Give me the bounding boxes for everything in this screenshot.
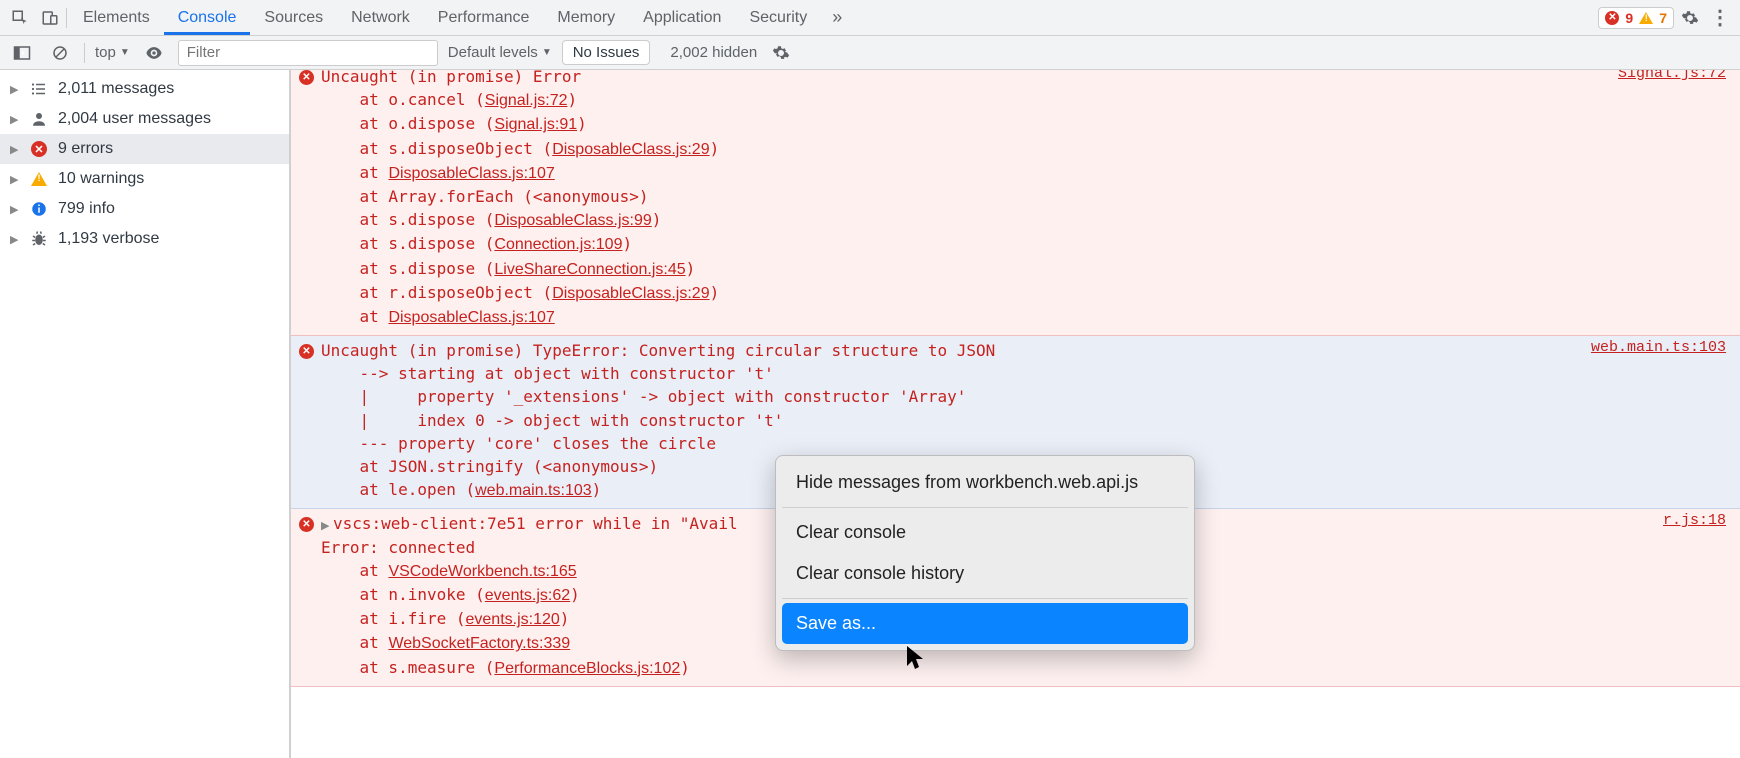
source-link[interactable]: DisposableClass.js:107 <box>388 309 554 326</box>
list-icon <box>30 80 48 98</box>
chevron-right-icon: ▶ <box>10 203 20 216</box>
source-link[interactable]: Connection.js:109 <box>494 236 622 253</box>
source-link[interactable]: r.js:18 <box>1663 512 1726 529</box>
clear-console-icon[interactable] <box>46 39 74 67</box>
tab-sources[interactable]: Sources <box>250 1 337 35</box>
menu-item[interactable]: Hide messages from workbench.web.api.js <box>782 462 1188 503</box>
tab-console[interactable]: Console <box>164 1 251 35</box>
sidebar-item-info[interactable]: ▶ 799 info <box>0 194 289 224</box>
source-link[interactable]: LiveShareConnection.js:45 <box>494 261 685 278</box>
error-icon: ✕ <box>299 341 314 359</box>
context-menu: Hide messages from workbench.web.api.js C… <box>775 455 1195 651</box>
console-main: ▶ 2,011 messages ▶ 2,004 user messages ▶ ✕ 9 e… <box>0 70 1740 758</box>
chevron-right-icon: ▶ <box>10 83 20 96</box>
status-badge[interactable]: ✕ 9 7 <box>1598 7 1674 29</box>
filter-input-wrap <box>178 40 438 66</box>
more-tabs-icon[interactable]: » <box>823 4 851 32</box>
tab-memory[interactable]: Memory <box>543 1 629 35</box>
menu-item[interactable]: Save as... <box>782 603 1188 644</box>
source-link[interactable]: DisposableClass.js:99 <box>494 212 651 229</box>
warning-count: 7 <box>1659 10 1667 26</box>
info-icon <box>30 200 48 218</box>
source-link[interactable]: DisposableClass.js:107 <box>388 165 554 182</box>
chevron-down-icon: ▼ <box>542 47 552 58</box>
source-link[interactable]: Signal.js:72 <box>1618 70 1726 82</box>
tab-security[interactable]: Security <box>735 1 821 35</box>
separator <box>84 43 85 63</box>
error-icon: ✕ <box>299 70 314 85</box>
sidebar-item-label: 2,004 user messages <box>58 110 211 128</box>
error-icon: ✕ <box>1605 11 1619 25</box>
chevron-right-icon: ▶ <box>10 113 20 126</box>
sidebar-item-list[interactable]: ▶ 2,011 messages <box>0 74 289 104</box>
sidebar-item-label: 799 info <box>58 200 115 218</box>
levels-label: Default levels <box>448 44 538 61</box>
chevron-down-icon: ▼ <box>120 47 130 58</box>
source-link[interactable]: WebSocketFactory.ts:339 <box>388 635 570 652</box>
gear-icon[interactable] <box>1676 4 1704 32</box>
sidebar-item-user[interactable]: ▶ 2,004 user messages <box>0 104 289 134</box>
levels-select[interactable]: Default levels ▼ <box>448 44 552 61</box>
sidebar-item-label: 1,193 verbose <box>58 230 159 248</box>
menu-item[interactable]: Clear console <box>782 512 1188 553</box>
user-icon <box>30 110 48 128</box>
err-icon: ✕ <box>30 140 48 158</box>
filter-input[interactable] <box>178 40 438 66</box>
menu-item[interactable]: Clear console history <box>782 553 1188 594</box>
console-settings-icon[interactable] <box>767 39 795 67</box>
no-issues-button[interactable]: No Issues <box>562 40 651 65</box>
warning-icon <box>1639 12 1653 24</box>
chevron-right-icon: ▶ <box>10 233 20 246</box>
console-toolbar: top ▼ Default levels ▼ No Issues 2,002 h… <box>0 36 1740 70</box>
source-link[interactable]: Signal.js:91 <box>494 116 577 133</box>
inspect-icon[interactable] <box>6 4 34 32</box>
chevron-right-icon: ▶ <box>10 173 20 186</box>
log-entry[interactable]: ✕ Signal.js:72Uncaught (in promise) Error… <box>291 70 1740 336</box>
log-text: Uncaught (in promise) Error at o.cancel … <box>299 70 1726 329</box>
error-icon: ✕ <box>299 514 314 532</box>
separator <box>782 507 1188 508</box>
error-count: 9 <box>1625 10 1633 26</box>
source-link[interactable]: DisposableClass.js:29 <box>552 285 709 302</box>
source-link[interactable]: events.js:120 <box>466 611 560 628</box>
source-link[interactable]: Signal.js:72 <box>485 92 568 109</box>
sidebar-item-label: 2,011 messages <box>58 80 174 98</box>
separator <box>66 8 67 28</box>
tab-network[interactable]: Network <box>337 1 424 35</box>
chevron-right-icon[interactable]: ▶ <box>321 519 331 535</box>
sidebar-item-bug[interactable]: ▶ 1,193 verbose <box>0 224 289 254</box>
device-toggle-icon[interactable] <box>36 4 64 32</box>
sidebar-item-err[interactable]: ▶ ✕ 9 errors <box>0 134 289 164</box>
source-link[interactable]: PerformanceBlocks.js:102 <box>494 660 680 677</box>
context-select[interactable]: top ▼ <box>95 44 130 61</box>
devtools-tabs: ElementsConsoleSourcesNetworkPerformance… <box>0 0 1740 36</box>
hidden-count[interactable]: 2,002 hidden <box>670 44 757 61</box>
sidebar-item-label: 10 warnings <box>58 170 144 188</box>
live-expression-icon[interactable] <box>140 39 168 67</box>
tab-application[interactable]: Application <box>629 1 735 35</box>
warn-icon <box>30 170 48 188</box>
source-link[interactable]: VSCodeWorkbench.ts:165 <box>388 563 576 580</box>
sidebar-toggle-icon[interactable] <box>8 39 36 67</box>
kebab-icon[interactable]: ⋮ <box>1706 4 1734 32</box>
source-link[interactable]: web.main.ts:103 <box>1591 339 1726 356</box>
sidebar-item-warn[interactable]: ▶ 10 warnings <box>0 164 289 194</box>
console-sidebar: ▶ 2,011 messages ▶ 2,004 user messages ▶ ✕ 9 e… <box>0 70 290 758</box>
sidebar-item-label: 9 errors <box>58 140 113 158</box>
bug-icon <box>30 230 48 248</box>
source-link[interactable]: events.js:62 <box>485 587 570 604</box>
context-label: top <box>95 44 116 61</box>
chevron-right-icon: ▶ <box>10 143 20 156</box>
separator <box>782 598 1188 599</box>
source-link[interactable]: DisposableClass.js:29 <box>552 141 709 158</box>
tab-performance[interactable]: Performance <box>424 1 544 35</box>
source-link[interactable]: web.main.ts:103 <box>475 482 592 499</box>
tab-elements[interactable]: Elements <box>69 1 164 35</box>
console-log: ✕ Signal.js:72Uncaught (in promise) Error… <box>290 70 1740 758</box>
